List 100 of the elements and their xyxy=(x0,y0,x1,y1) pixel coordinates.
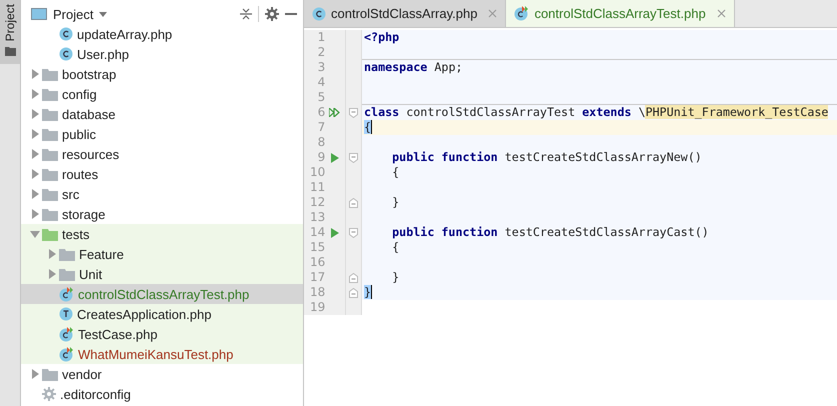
line-number: 15 xyxy=(308,240,326,255)
file-name: src xyxy=(62,186,80,202)
line-number: 17 xyxy=(308,270,326,285)
editor-tab[interactable]: controlStdClassArrayTest.php xyxy=(506,0,735,27)
line-number: 9 xyxy=(316,150,326,165)
tree-item[interactable]: Feature xyxy=(21,244,303,264)
tree-item[interactable]: controlStdClassArrayTest.php xyxy=(21,284,303,304)
settings-icon[interactable] xyxy=(265,7,279,21)
file-name: routes xyxy=(62,166,98,182)
project-tool-tab[interactable]: Project xyxy=(0,0,20,64)
collapse-arrow-icon[interactable] xyxy=(30,369,40,379)
line-number: 1 xyxy=(316,30,326,45)
file-name: vendor xyxy=(62,366,102,382)
run-icon[interactable] xyxy=(330,152,339,162)
folder-icon xyxy=(42,188,58,200)
tree-item[interactable]: tests xyxy=(21,224,303,244)
tab-label: controlStdClassArrayTest.php xyxy=(534,6,706,21)
line-number: 13 xyxy=(308,210,326,225)
line-number: 16 xyxy=(308,255,326,270)
fold-icon[interactable] xyxy=(348,152,358,162)
file-name: config xyxy=(62,86,97,102)
folder-icon xyxy=(42,208,58,220)
tree-item[interactable]: User.php xyxy=(21,44,303,64)
folder-icon xyxy=(42,148,58,160)
folder-icon xyxy=(4,47,16,56)
fold-icon[interactable] xyxy=(348,108,358,118)
file-name: updateArray.php xyxy=(77,26,172,42)
close-icon[interactable] xyxy=(488,9,498,18)
file-name: WhatMumeiKansuTest.php xyxy=(78,346,234,362)
line-number: 10 xyxy=(308,165,326,180)
fold-icon[interactable] xyxy=(348,228,358,238)
fold-icon[interactable] xyxy=(348,272,358,282)
tree-item[interactable]: config xyxy=(21,84,303,104)
test-class-icon xyxy=(514,6,530,21)
file-name: database xyxy=(62,106,116,122)
fold-icon[interactable] xyxy=(348,198,358,208)
line-number: 6 xyxy=(316,105,326,120)
file-name: .editorconfig xyxy=(60,386,131,402)
folder-icon xyxy=(42,128,58,140)
file-name: User.php xyxy=(77,46,130,62)
line-number: 11 xyxy=(308,180,326,195)
test-class-icon xyxy=(59,346,74,362)
tree-item[interactable]: storage xyxy=(21,204,303,224)
line-number: 5 xyxy=(316,90,326,105)
class-icon xyxy=(59,47,73,61)
tree-item[interactable]: bootstrap xyxy=(21,64,303,84)
folder-icon xyxy=(42,108,58,120)
file-name: controlStdClassArrayTest.php xyxy=(78,286,250,302)
file-name: storage xyxy=(62,206,106,222)
tree-item[interactable]: .editorconfig xyxy=(21,384,303,404)
collapse-all-icon[interactable] xyxy=(240,7,252,21)
file-name: CreatesApplication.php xyxy=(77,306,212,322)
tree-item[interactable]: Unit xyxy=(21,264,303,284)
close-icon[interactable] xyxy=(716,9,726,18)
dropdown-caret-icon[interactable] xyxy=(99,12,108,16)
folder-icon xyxy=(42,168,58,180)
tree-item[interactable]: database xyxy=(21,104,303,124)
tree-item[interactable]: routes xyxy=(21,164,303,184)
folder-icon xyxy=(42,68,58,80)
file-name: Unit xyxy=(79,266,102,282)
fold-icon[interactable] xyxy=(348,288,358,298)
file-name: bootstrap xyxy=(62,66,116,82)
folder-icon xyxy=(42,88,58,100)
tree-item[interactable]: CreatesApplication.php xyxy=(21,304,303,324)
file-name: tests xyxy=(62,226,90,242)
folder-icon xyxy=(59,248,75,260)
file-name: resources xyxy=(62,146,120,162)
trait-icon xyxy=(59,307,73,321)
line-number: 18 xyxy=(308,285,326,300)
line-number: 12 xyxy=(308,195,326,210)
config-file-icon xyxy=(42,387,56,401)
file-name: Feature xyxy=(79,246,124,262)
tree-item[interactable]: WhatMumeiKansuTest.php xyxy=(21,344,303,364)
folder-icon xyxy=(42,228,58,240)
tree-item[interactable]: vendor xyxy=(21,364,303,384)
tab-label: controlStdClassArray.php xyxy=(331,6,478,21)
test-class-icon xyxy=(59,326,74,342)
folder-icon xyxy=(42,368,58,380)
tree-item[interactable]: updateArray.php xyxy=(21,24,303,44)
panel-title[interactable]: Project xyxy=(53,6,94,22)
file-name: TestCase.php xyxy=(78,326,158,342)
expand-arrow-icon[interactable] xyxy=(30,229,40,239)
test-class-icon xyxy=(59,286,74,302)
run-icon[interactable] xyxy=(330,228,339,238)
editor-tab[interactable]: controlStdClassArray.php xyxy=(304,0,506,27)
class-icon xyxy=(312,6,326,20)
line-number: 3 xyxy=(316,60,326,75)
window-icon xyxy=(31,8,47,20)
tree-item[interactable]: public xyxy=(21,124,303,144)
tree-item[interactable]: TestCase.php xyxy=(21,324,303,344)
line-number: 7 xyxy=(316,120,326,135)
line-number: 19 xyxy=(308,300,326,315)
line-number: 4 xyxy=(316,75,326,90)
line-number: 2 xyxy=(316,45,326,60)
tree-item[interactable]: src xyxy=(21,184,303,204)
tree-item[interactable]: resources xyxy=(21,144,303,164)
run-all-icon[interactable] xyxy=(329,108,340,117)
line-number: 8 xyxy=(316,135,326,150)
folder-icon xyxy=(59,268,75,280)
class-icon xyxy=(59,27,73,41)
